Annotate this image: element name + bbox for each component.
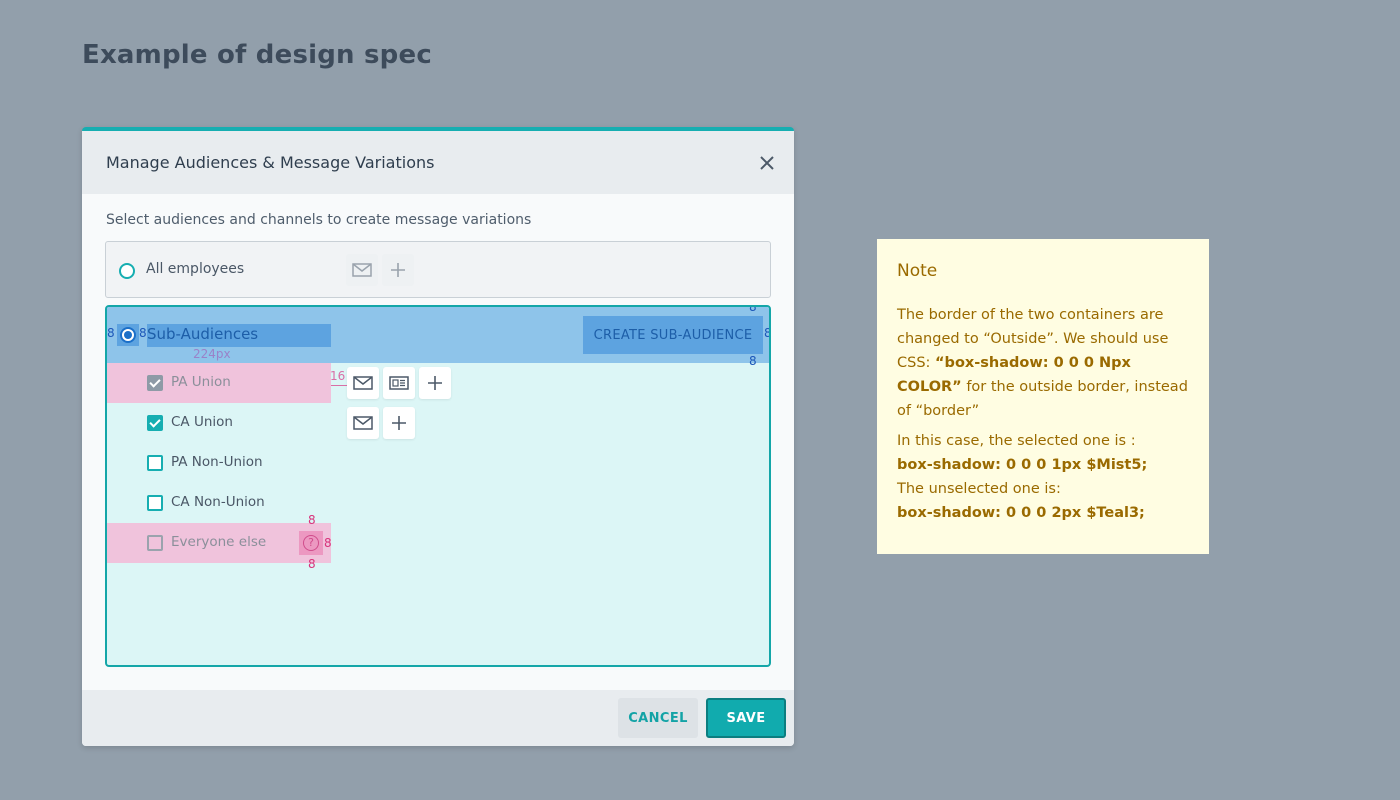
page-title: Example of design spec [82,40,432,70]
spec-pad-bottom-create: 8 [749,354,757,368]
modal-footer: CANCEL SAVE [82,690,794,746]
question-circle-icon[interactable]: ? [303,535,319,551]
cancel-button[interactable]: CANCEL [618,698,698,738]
mail-icon [352,263,372,277]
newsletter-icon [389,376,409,390]
sub-audiences-label: Sub-Audiences [147,325,259,343]
note-title: Note [897,261,938,281]
email-channel-button[interactable] [347,367,379,399]
spec-icon-gap: 16 [330,369,346,383]
spec-label-width: 224px [193,347,231,361]
row-label-pa-non-union: PA Non-Union [171,454,263,470]
audience-modal: Manage Audiences & Message Variations Se… [82,127,794,746]
spec-help-bottom: 8 [308,557,316,571]
all-employees-label: All employees [146,261,245,277]
row-label-everyone-else: Everyone else [171,534,267,550]
checkbox-pa-union[interactable] [147,375,163,391]
spec-gap-line [331,385,347,386]
mail-icon [353,416,373,430]
all-employees-container[interactable]: All employees [105,241,771,298]
spec-pad-left-radio: 8 [107,326,115,340]
close-button[interactable] [756,152,778,174]
checkbox-ca-non-union[interactable] [147,495,163,511]
checkbox-ca-union[interactable] [147,415,163,431]
note-selected-intro: In this case, the selected one is : [897,433,1136,449]
note-card: Note The border of the two containers ar… [877,239,1209,554]
add-channel-button[interactable] [382,254,414,286]
mail-icon [353,376,373,390]
plus-icon [391,263,405,277]
note-unselected-intro: The unselected one is: [897,481,1061,497]
email-channel-button[interactable] [346,254,378,286]
note-selected-code: box-shadow: 0 0 0 1px $Mist5; [897,457,1148,473]
modal-header: Manage Audiences & Message Variations [82,131,794,194]
note-unselected-code: box-shadow: 0 0 0 2px $Teal3; [897,505,1145,521]
email-channel-button[interactable] [347,407,379,439]
spec-help-right: 8 [324,536,332,550]
spec-pad-right-create: 8 [764,326,771,340]
modal-body: Select audiences and channels to create … [82,194,794,690]
row-label-pa-union: PA Union [171,374,231,390]
sub-audiences-radio[interactable] [120,327,136,343]
spec-help-top: 8 [308,513,316,527]
row-label-ca-non-union: CA Non-Union [171,494,265,510]
plus-icon [428,376,442,390]
checkbox-pa-non-union[interactable] [147,455,163,471]
note-paragraph-1: The border of the two containers are cha… [897,303,1189,423]
row-label-ca-union: CA Union [171,414,233,430]
sub-audiences-container[interactable]: Sub-Audiences CREATE SUB-AUDIENCE 8 8 8 … [105,305,771,667]
add-channel-button[interactable] [419,367,451,399]
close-icon [760,155,774,170]
modal-subtitle: Select audiences and channels to create … [106,212,532,228]
checkbox-everyone-else[interactable] [147,535,163,551]
create-sub-audience-button[interactable]: CREATE SUB-AUDIENCE [583,316,763,354]
save-button[interactable]: SAVE [706,698,786,738]
modal-title: Manage Audiences & Message Variations [106,153,435,172]
add-channel-button[interactable] [383,407,415,439]
newsletter-channel-button[interactable] [383,367,415,399]
plus-icon [392,416,406,430]
spec-pad-top-create: 8 [749,305,757,314]
all-employees-radio[interactable] [119,263,135,279]
spec-pad-right-radio: 8 [139,326,147,340]
